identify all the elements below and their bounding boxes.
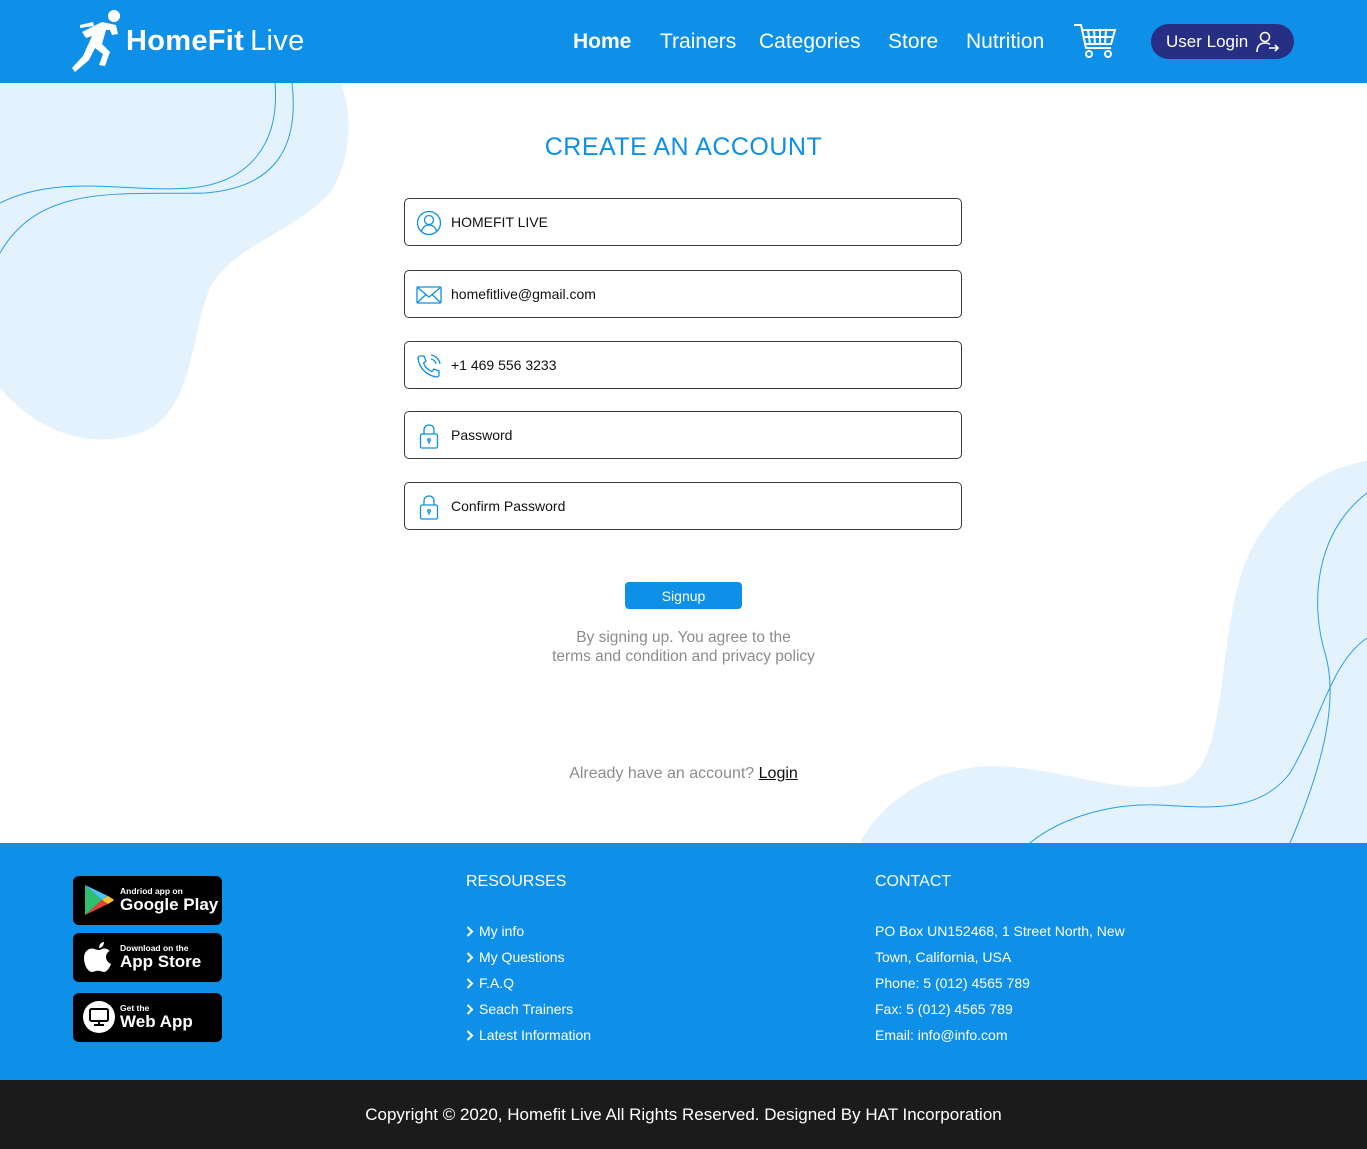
resource-link-faq[interactable]: F.A.Q	[466, 970, 591, 996]
shopping-cart-icon[interactable]	[1073, 22, 1117, 60]
contact-address: PO Box UN152468, 1 Street North, New Tow…	[875, 923, 1125, 965]
resource-link-label: My info	[479, 923, 525, 939]
nav-nutrition[interactable]: Nutrition	[966, 30, 1044, 54]
resource-link-label: F.A.Q	[479, 975, 515, 991]
user-icon	[416, 210, 442, 236]
badge-big-text: Web App	[120, 1012, 193, 1031]
chevron-right-icon	[466, 977, 474, 989]
already-text: Already have an account?	[569, 765, 755, 782]
chevron-right-icon	[466, 951, 474, 963]
copyright-bar: Copyright © 2020, Homefit Live All Right…	[0, 1080, 1367, 1149]
lock-icon	[419, 495, 439, 520]
user-login-icon	[1256, 31, 1280, 53]
resource-link-label: Seach Trainers	[479, 1001, 574, 1017]
resources-list: My info My Questions F.A.Q Seach Trainer…	[466, 918, 591, 1048]
terms-notice: By signing up. You agree to the terms an…	[0, 628, 1367, 666]
resource-link-latest-information[interactable]: Latest Information	[466, 1022, 591, 1048]
contact-info: PO Box UN152468, 1 Street North, New Tow…	[875, 918, 1155, 1048]
resource-link-label: Latest Information	[479, 1027, 592, 1043]
contact-email: Email: info@info.com	[875, 1027, 1008, 1043]
signup-button[interactable]: Signup	[625, 582, 742, 609]
name-value: HOMEFIT LIVE	[451, 214, 548, 230]
mail-icon	[416, 286, 442, 304]
contact-fax: Fax: 5 (012) 4565 789	[875, 1001, 1013, 1017]
lock-icon	[419, 424, 439, 449]
nav-home[interactable]: Home	[573, 30, 631, 54]
phone-icon	[417, 354, 441, 378]
confirm-password-field[interactable]: Confirm Password	[404, 482, 962, 530]
phone-field[interactable]: +1 469 556 3233	[404, 341, 962, 389]
password-field[interactable]: Password	[404, 411, 962, 459]
nav-categories[interactable]: Categories	[759, 30, 861, 54]
user-login-button[interactable]: User Login	[1151, 24, 1294, 59]
web-app-badge[interactable]: Get the Web App	[73, 993, 222, 1042]
nav-trainers[interactable]: Trainers	[660, 30, 736, 54]
password-placeholder: Password	[451, 427, 513, 443]
contact-heading: CONTACT	[875, 873, 952, 890]
terms-line-1: By signing up. You agree to the	[576, 629, 791, 646]
resource-link-label: My Questions	[479, 949, 565, 965]
top-header: HomeFit Live Home Trainers Categories Sto…	[0, 0, 1367, 83]
brand-name: HomeFit Live	[126, 24, 305, 57]
login-link[interactable]: Login	[759, 765, 798, 782]
chevron-right-icon	[466, 1029, 474, 1041]
resource-link-search-trainers[interactable]: Seach Trainers	[466, 996, 591, 1022]
resources-heading: RESOURSES	[466, 873, 567, 890]
resource-link-my-questions[interactable]: My Questions	[466, 944, 591, 970]
contact-phone: Phone: 5 (012) 4565 789	[875, 975, 1030, 991]
user-login-label: User Login	[1166, 31, 1249, 51]
runner-logo-icon	[72, 10, 120, 72]
terms-line-2[interactable]: terms and condition and privacy policy	[0, 647, 1367, 666]
page-title: CREATE AN ACCOUNT	[544, 133, 823, 161]
already-have-account: Already have an account? Login	[0, 765, 1367, 783]
resource-link-my-info[interactable]: My info	[466, 918, 591, 944]
apple-icon	[84, 942, 111, 972]
logo[interactable]: HomeFit Live	[72, 8, 305, 74]
email-value: homefitlive@gmail.com	[451, 286, 596, 302]
name-field[interactable]: HOMEFIT LIVE	[404, 198, 962, 246]
badge-big-text: Google Play	[120, 895, 219, 914]
decorative-blobs	[0, 83, 1367, 843]
monitor-icon	[83, 1001, 115, 1033]
google-play-badge[interactable]: Andriod app on Google Play	[73, 876, 222, 925]
chevron-right-icon	[466, 1003, 474, 1015]
google-play-icon	[85, 885, 114, 915]
phone-value: +1 469 556 3233	[451, 357, 557, 373]
email-field[interactable]: homefitlive@gmail.com	[404, 270, 962, 318]
confirm-password-placeholder: Confirm Password	[451, 498, 566, 514]
chevron-right-icon	[466, 925, 474, 937]
badge-big-text: App Store	[120, 952, 202, 971]
app-store-badge[interactable]: Download on the App Store	[73, 933, 222, 982]
nav-store[interactable]: Store	[888, 30, 938, 54]
